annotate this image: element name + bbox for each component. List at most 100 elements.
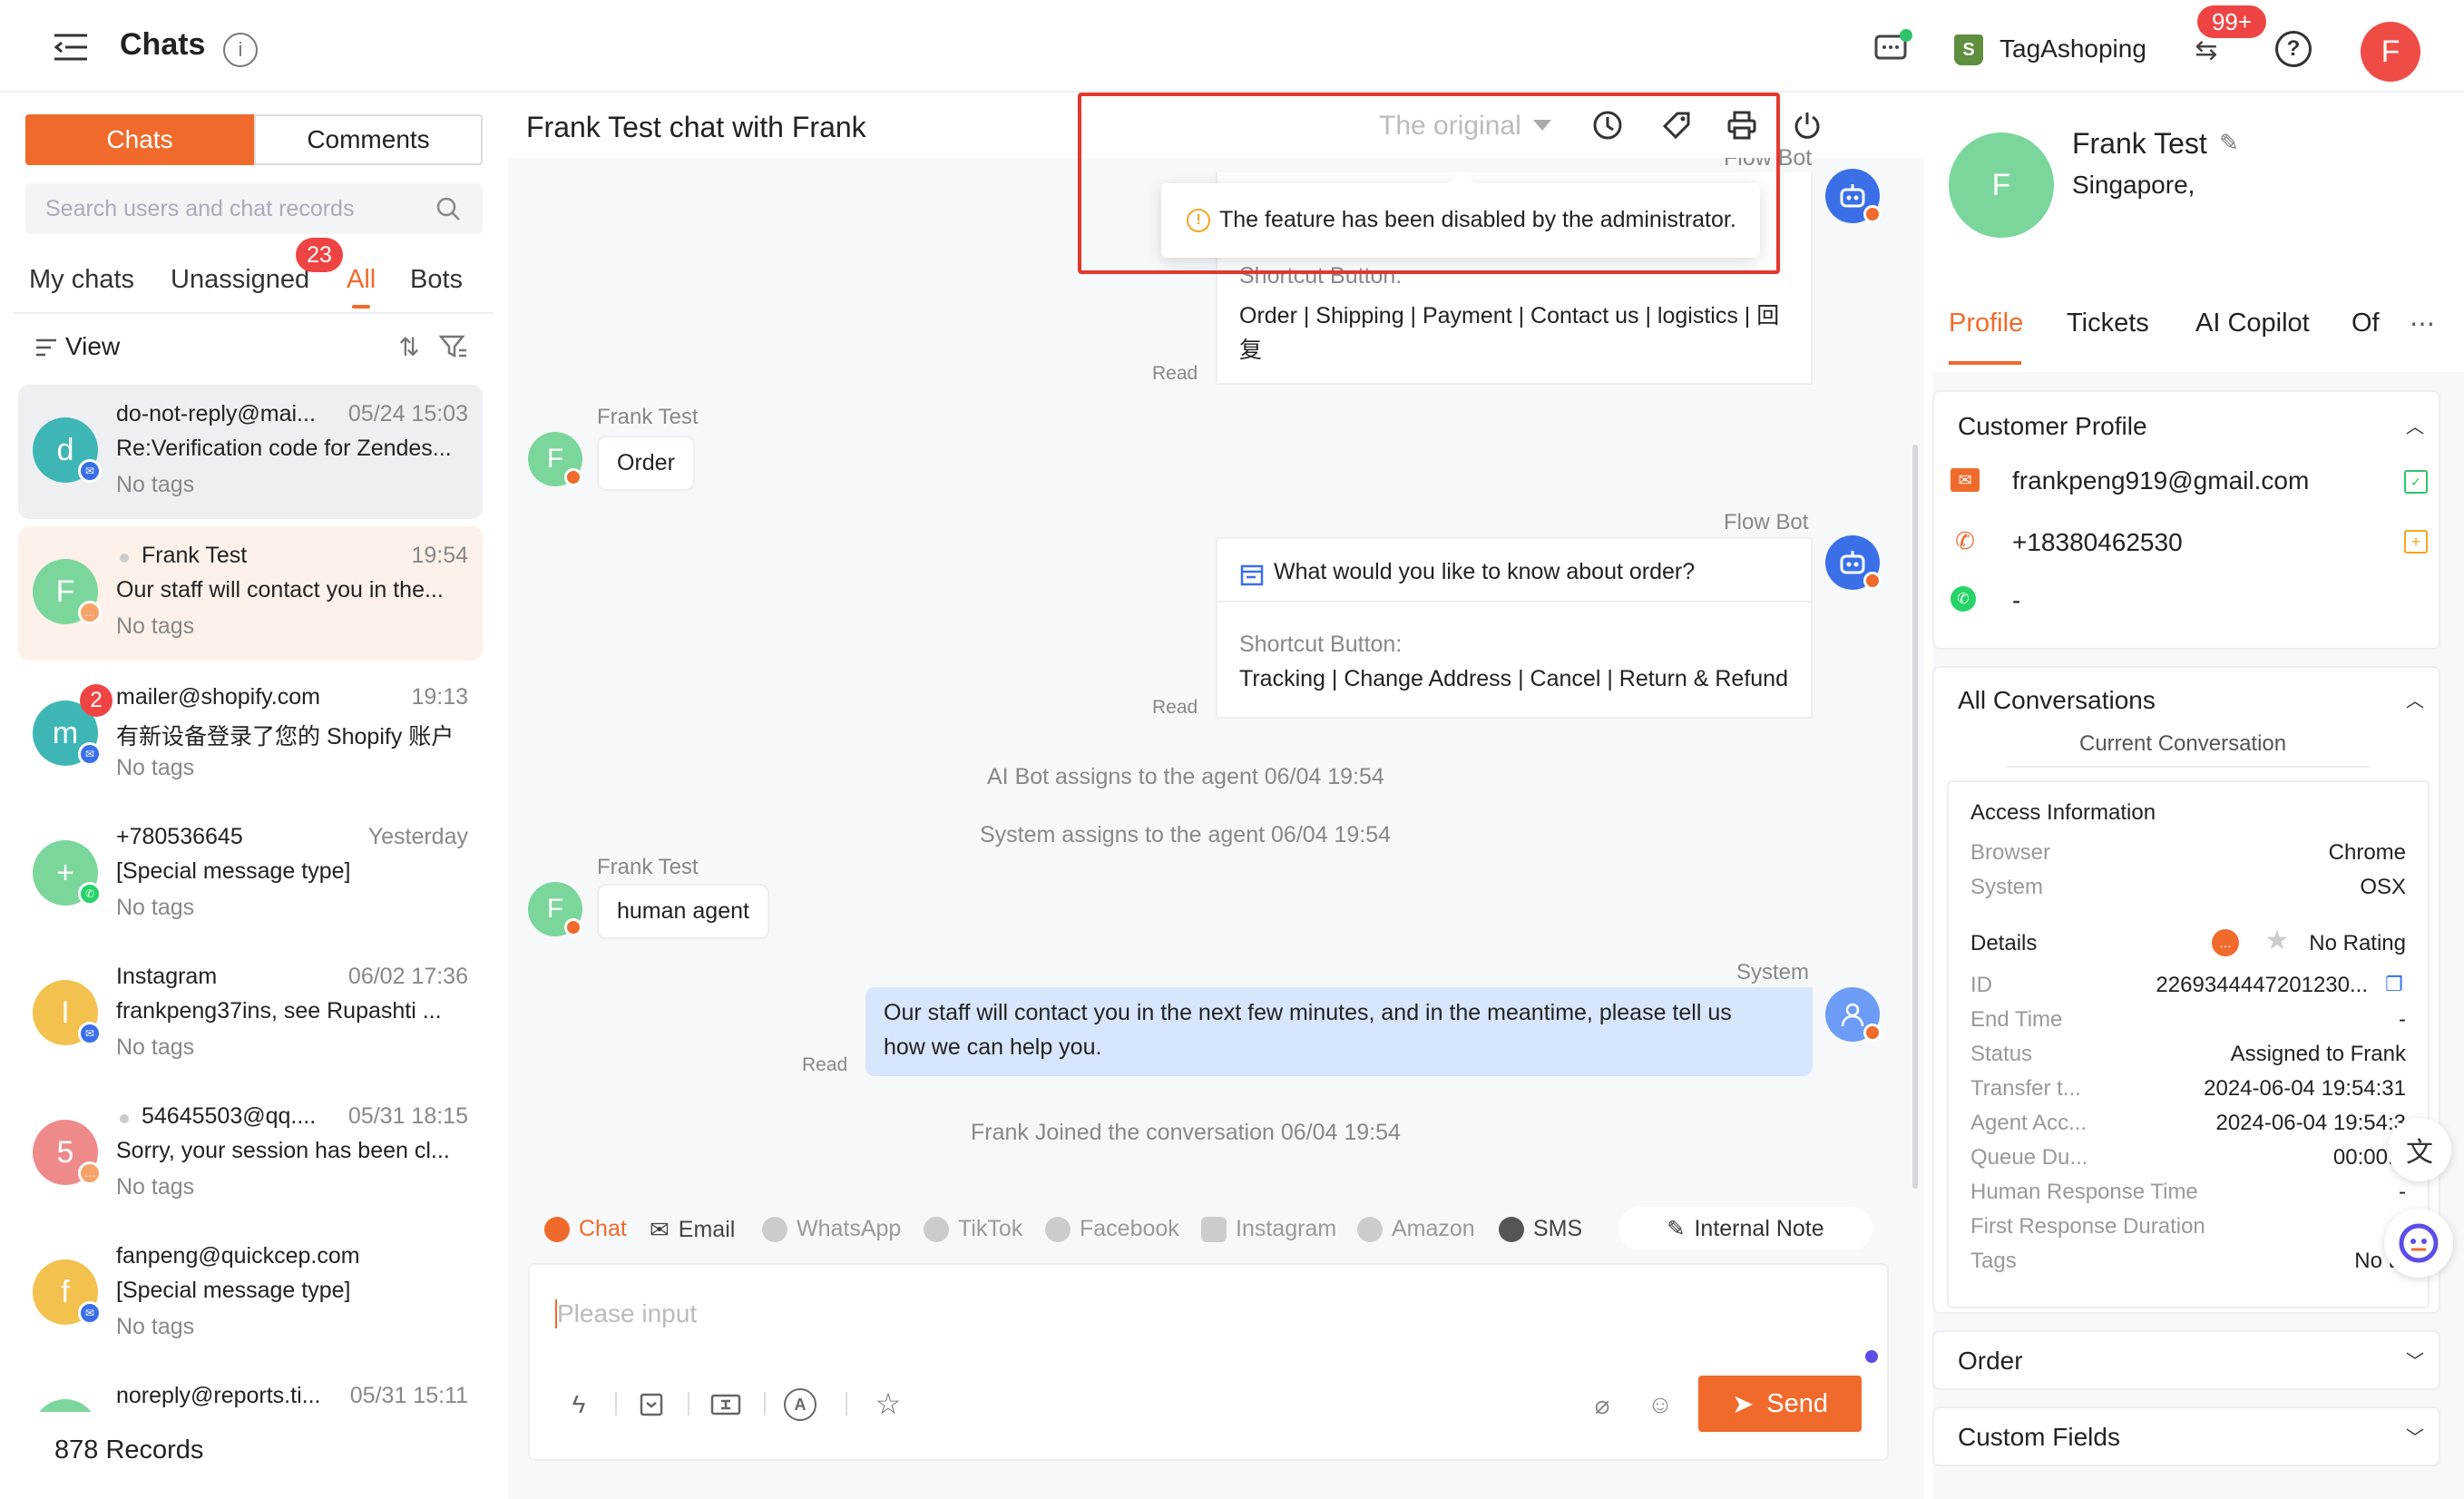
message-composer[interactable] xyxy=(528,1263,1889,1461)
search-input[interactable]: Search users and chat records xyxy=(25,183,483,234)
more-tabs-icon[interactable]: ⋯ xyxy=(2395,305,2449,341)
order-card[interactable]: Order ﹀ xyxy=(1932,1330,2440,1390)
contact-name: fanpeng@quickcep.com xyxy=(116,1243,360,1269)
read-status: Read xyxy=(1152,697,1198,718)
contact-avatar: 5… xyxy=(33,1120,102,1185)
help-icon[interactable]: ? xyxy=(2275,31,2312,67)
tab-profile[interactable]: Profile xyxy=(1949,309,2023,338)
expand-icon[interactable]: ﹀ xyxy=(2404,1348,2426,1372)
system-event: Frank Joined the conversation 06/04 19:5… xyxy=(971,1120,1401,1145)
quick-reply-icon[interactable]: ϟ xyxy=(562,1388,595,1421)
custom-fields-card[interactable]: Custom Fields ﹀ xyxy=(1932,1406,2440,1466)
shortcut-buttons[interactable]: Tracking | Change Address | Cancel | Ret… xyxy=(1239,666,1788,692)
conversation-tags: No tags xyxy=(116,472,195,497)
conversation-time: 05/24 15:03 xyxy=(347,401,468,426)
bot-message-card: What would you like to know about order?… xyxy=(1216,537,1813,719)
segment-comments[interactable]: Comments xyxy=(254,114,483,165)
tab-unassigned[interactable]: Unassigned xyxy=(171,265,309,295)
contact-name: noreply@reports.ti... xyxy=(116,1383,321,1408)
assistant-float-icon[interactable] xyxy=(2384,1209,2453,1278)
section-title: Customer Profile xyxy=(1958,412,2147,440)
info-icon[interactable]: i xyxy=(223,33,258,67)
add-phone-icon[interactable]: + xyxy=(2404,530,2428,554)
transfer-icon[interactable]: ⇆ xyxy=(2188,34,2224,65)
search-placeholder: Search users and chat records xyxy=(45,195,355,221)
contact-name: do-not-reply@mai... xyxy=(116,401,316,426)
notification-badge: 99+ xyxy=(2197,5,2266,38)
customer-phone[interactable]: +18380462530 xyxy=(2012,528,2183,557)
edit-name-icon[interactable]: ✎ xyxy=(2215,129,2243,156)
sender-name: Frank Test xyxy=(597,405,699,429)
segment-chats[interactable]: Chats xyxy=(25,114,254,165)
shortcut-buttons: Order | Shipping | Payment | Contact us … xyxy=(1239,303,1780,328)
channel-chat[interactable]: Chat xyxy=(544,1216,627,1242)
tab-my-chats[interactable]: My chats xyxy=(29,265,134,295)
conversation-item[interactable]: F… Frank Test 19:54 Our staff will conta… xyxy=(18,526,483,661)
channel-instagram[interactable]: Instagram xyxy=(1201,1216,1336,1242)
store-name[interactable]: TagAshoping xyxy=(2000,34,2146,64)
detail-value: 2024-06-04 19:54:31 xyxy=(2204,1076,2406,1101)
channel-whatsapp[interactable]: WhatsApp xyxy=(762,1216,901,1242)
sort-icon[interactable]: ⇅ xyxy=(396,332,423,361)
template-icon[interactable] xyxy=(635,1388,668,1421)
collapse-icon[interactable]: ︿ xyxy=(2404,688,2426,711)
chat-scrollbar[interactable] xyxy=(1912,445,1918,1189)
tab-overflow[interactable]: Of xyxy=(2352,309,2380,338)
section-title: All Conversations xyxy=(1958,686,2156,714)
conversation-item[interactable]: d ✉ do-not-reply@mai... 05/24 15:03 Re:Ve… xyxy=(18,385,483,519)
coupon-icon[interactable] xyxy=(708,1388,744,1421)
attachment-icon[interactable]: ⌀ xyxy=(1586,1388,1618,1421)
conversation-item[interactable]: I ✉ Instagram 06/02 17:36 frankpeng37ins,… xyxy=(18,947,483,1082)
detail-value: Assigned to Frank xyxy=(2230,1042,2406,1066)
expand-icon[interactable]: ﹀ xyxy=(2404,1425,2426,1448)
search-icon[interactable] xyxy=(434,194,463,223)
history-icon[interactable] xyxy=(1589,107,1626,143)
conversation-item[interactable]: n noreply@reports.ti... 05/31 15:11 xyxy=(18,1367,483,1412)
system-event: AI Bot assigns to the agent 06/04 19:54 xyxy=(987,764,1384,789)
caret-down-icon[interactable] xyxy=(1531,116,1553,134)
channel-email[interactable]: ✉ Email xyxy=(650,1216,735,1244)
internal-note-button[interactable]: ✎ Internal Note xyxy=(1618,1207,1872,1250)
contact-name: Frank Test xyxy=(142,543,248,568)
detail-value: 2024-06-04 19:54:3 xyxy=(2215,1111,2406,1135)
tag-icon[interactable] xyxy=(1658,107,1695,143)
conversation-item[interactable]: m ✉ 2 mailer@shopify.com 19:13 有新设备登录了您的 … xyxy=(18,668,483,802)
print-icon[interactable] xyxy=(1724,107,1760,143)
verify-email-icon[interactable]: ✓ xyxy=(2404,470,2428,494)
channel-sms[interactable]: SMS xyxy=(1499,1216,1582,1242)
tab-all[interactable]: All xyxy=(347,265,376,295)
power-icon[interactable] xyxy=(1789,107,1825,143)
channel-amazon[interactable]: Amazon xyxy=(1357,1216,1475,1242)
bot-status-dot xyxy=(1863,205,1882,223)
conversation-item[interactable]: f ✉ fanpeng@quickcep.com [Special message… xyxy=(18,1227,483,1361)
view-label[interactable]: View xyxy=(65,332,120,361)
translate-float-icon[interactable]: 文 xyxy=(2388,1118,2451,1181)
tab-tickets[interactable]: Tickets xyxy=(2067,309,2149,338)
message-input[interactable]: Please input xyxy=(557,1299,697,1328)
read-status: Read xyxy=(802,1054,848,1075)
collapse-icon[interactable]: ︿ xyxy=(2404,414,2426,437)
email-channel-icon: ✉ xyxy=(78,1301,102,1325)
view-list-icon[interactable] xyxy=(33,334,60,361)
user-avatar[interactable]: F xyxy=(2361,22,2420,82)
copy-icon[interactable]: ❐ xyxy=(2382,973,2406,996)
contact-name: 54645503@qq.... xyxy=(142,1103,317,1129)
read-status: Read xyxy=(1152,363,1198,384)
star-icon[interactable]: ☆ xyxy=(871,1386,905,1421)
tab-bots[interactable]: Bots xyxy=(410,265,463,295)
conversation-item[interactable]: + ✆ +780536645 Yesterday [Special message… xyxy=(18,808,483,942)
customer-email[interactable]: frankpeng919@gmail.com xyxy=(2012,466,2309,495)
ai-assist-icon[interactable]: A xyxy=(784,1388,816,1421)
rating-star-icon: ★ xyxy=(2264,925,2290,955)
menu-toggle-icon[interactable] xyxy=(51,31,91,64)
card-divider xyxy=(1217,601,1811,603)
emoji-icon[interactable]: ☺ xyxy=(1644,1388,1677,1421)
channel-facebook[interactable]: Facebook xyxy=(1045,1216,1179,1242)
filter-icon[interactable] xyxy=(437,332,470,361)
tab-ai-copilot[interactable]: AI Copilot xyxy=(2195,309,2310,338)
send-button[interactable]: ➤ Send xyxy=(1698,1376,1862,1432)
translation-select[interactable]: The original xyxy=(1379,111,1521,142)
tabs-divider xyxy=(13,312,494,314)
channel-tiktok[interactable]: TikTok xyxy=(924,1216,1022,1242)
conversation-item[interactable]: 5… 54645503@qq.... 05/31 18:15 Sorry, yo… xyxy=(18,1087,483,1221)
